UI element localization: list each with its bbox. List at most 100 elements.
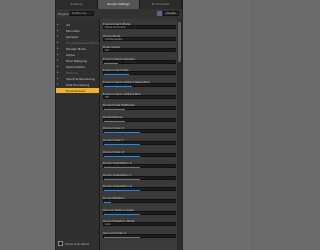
tree-item-label: Spectral Rendering xyxy=(66,76,95,81)
bullet-icon: ▸ xyxy=(57,82,59,86)
property-slider[interactable] xyxy=(104,178,140,180)
property-row: Dome Radius xyxy=(103,115,176,123)
property-field[interactable]: Off xyxy=(103,48,176,53)
tree-item-label: Alpha xyxy=(66,52,75,57)
property-field[interactable] xyxy=(103,129,176,134)
property-row: Environment Lighting Blur Off xyxy=(103,92,176,100)
category-tree: ▸ All ▸ Favorites ▸ General ▸ Progressive Rende… xyxy=(56,19,100,250)
property-slider[interactable] xyxy=(104,144,140,145)
property-slider[interactable] xyxy=(104,109,126,111)
property-field[interactable] xyxy=(103,164,176,169)
property-slider[interactable] xyxy=(104,74,129,76)
property-row: Ground Position Mode Auto xyxy=(103,219,176,227)
property-slider[interactable] xyxy=(104,155,140,157)
tree-item-label: Favorites xyxy=(66,28,80,33)
property-row: Environment Intensity xyxy=(103,57,176,65)
tree-item[interactable]: ▸ General xyxy=(56,34,99,39)
property-row: Environment Lighting Resolution xyxy=(103,80,176,88)
tab-bar: Surfaces Render Settings Environment xyxy=(56,0,182,9)
tab-environment[interactable]: Environment xyxy=(140,0,182,9)
property-row: Dome Orientation Y xyxy=(103,173,176,181)
property-field[interactable]: Off xyxy=(103,94,176,99)
scrollbar-thumb[interactable] xyxy=(178,22,181,62)
property-slider[interactable] xyxy=(104,86,133,87)
property-field[interactable]: Infinite Sphere xyxy=(103,36,176,41)
property-value: Infinite Sphere xyxy=(105,37,123,41)
tree-item-label: Render Mode xyxy=(66,46,86,51)
property-slider[interactable] xyxy=(104,236,140,238)
property-field[interactable] xyxy=(103,233,176,238)
background-left xyxy=(0,0,55,250)
show-sub-items-label: Show Sub Items xyxy=(65,241,90,246)
property-field[interactable]: Dome and Scene xyxy=(103,25,176,29)
bullet-icon: ▸ xyxy=(57,46,59,50)
bullet-icon: ▸ xyxy=(57,64,59,68)
render-settings-panel: Surfaces Render Settings Environment Eng… xyxy=(55,0,183,250)
engine-select[interactable]: NVIDIA Iray xyxy=(70,11,94,16)
property-field[interactable] xyxy=(103,187,176,192)
tree-item[interactable]: ▸ Filtering xyxy=(56,70,99,75)
property-field[interactable] xyxy=(103,152,176,157)
tree-item-label: Environment xyxy=(66,88,86,93)
property-field[interactable] xyxy=(103,199,176,203)
checkbox[interactable] xyxy=(58,241,63,246)
tree-item-label: Optimization xyxy=(66,64,86,69)
property-slider[interactable] xyxy=(104,120,126,122)
tree-item-label: Post Processing xyxy=(66,82,90,87)
tree-item[interactable]: ▸ All xyxy=(56,22,99,27)
property-slider[interactable] xyxy=(104,190,140,192)
property-field[interactable] xyxy=(103,71,176,76)
property-row: Dome Rotation xyxy=(103,196,176,204)
bullet-icon: ▸ xyxy=(57,34,59,38)
tree-item-label: All xyxy=(66,22,70,27)
property-field[interactable]: Auto xyxy=(103,222,176,227)
property-value: Dome and Scene xyxy=(105,26,126,29)
property-field[interactable] xyxy=(103,141,176,145)
property-row: Dome Mode Infinite Sphere xyxy=(103,34,176,42)
property-slider[interactable] xyxy=(104,213,140,215)
bullet-icon: ▸ xyxy=(57,88,59,92)
property-value: Off xyxy=(105,95,109,99)
property-slider[interactable] xyxy=(104,62,119,64)
property-row: Dome Origin X xyxy=(103,126,176,134)
property-field[interactable] xyxy=(103,117,176,122)
tree-item-label: Filtering xyxy=(66,70,79,75)
property-value: Off xyxy=(105,49,109,53)
tree-item[interactable]: ▸ Spectral Rendering xyxy=(56,76,99,81)
property-slider[interactable] xyxy=(104,202,112,203)
bullet-icon: ▸ xyxy=(57,22,59,26)
search-icon[interactable] xyxy=(157,11,162,16)
tree-item[interactable]: ▸ Tone Mapping xyxy=(56,58,99,63)
bullet-icon: ▸ xyxy=(57,52,59,56)
tab-surfaces[interactable]: Surfaces xyxy=(56,0,98,9)
property-field[interactable] xyxy=(103,59,176,64)
show-sub-items-toggle[interactable]: Show Sub Items xyxy=(58,241,89,246)
property-field[interactable] xyxy=(103,83,176,87)
property-slider[interactable] xyxy=(104,167,140,169)
tree-item-label: Tone Mapping xyxy=(66,58,87,63)
property-row: Dome Orientation Z xyxy=(103,184,176,192)
tab-render-settings[interactable]: Render Settings xyxy=(98,0,140,9)
engine-label: Engine xyxy=(58,12,69,16)
tree-item[interactable]: ▸ Post Processing xyxy=(56,82,99,87)
tree-item[interactable]: ▸ Render Mode xyxy=(56,46,99,51)
tree-item[interactable]: ▸ Alpha xyxy=(56,52,99,57)
bullet-icon: ▸ xyxy=(57,70,59,74)
property-row: Dome Origin Y xyxy=(103,138,176,146)
tree-item[interactable]: ▸ Environment xyxy=(56,88,99,93)
tree-item[interactable]: ▸ Progressive Rendering xyxy=(56,40,99,45)
tree-item[interactable]: ▸ Favorites xyxy=(56,28,99,33)
property-field[interactable] xyxy=(103,175,176,180)
bullet-icon: ▸ xyxy=(57,58,59,62)
tree-item[interactable]: ▸ Optimization xyxy=(56,64,99,69)
property-row: Ground Origin X xyxy=(103,231,176,239)
property-row: Ground Texture Scale xyxy=(103,208,176,216)
property-field[interactable] xyxy=(103,210,176,215)
presets-button[interactable]: Presets xyxy=(163,11,179,16)
property-slider[interactable] xyxy=(104,132,140,134)
bullet-icon: ▸ xyxy=(57,40,59,44)
tree-item-label: General xyxy=(66,34,78,39)
property-row: Dome Scale Multiplier xyxy=(103,103,176,111)
property-field[interactable] xyxy=(103,106,176,111)
property-scrollbar[interactable] xyxy=(177,19,182,250)
